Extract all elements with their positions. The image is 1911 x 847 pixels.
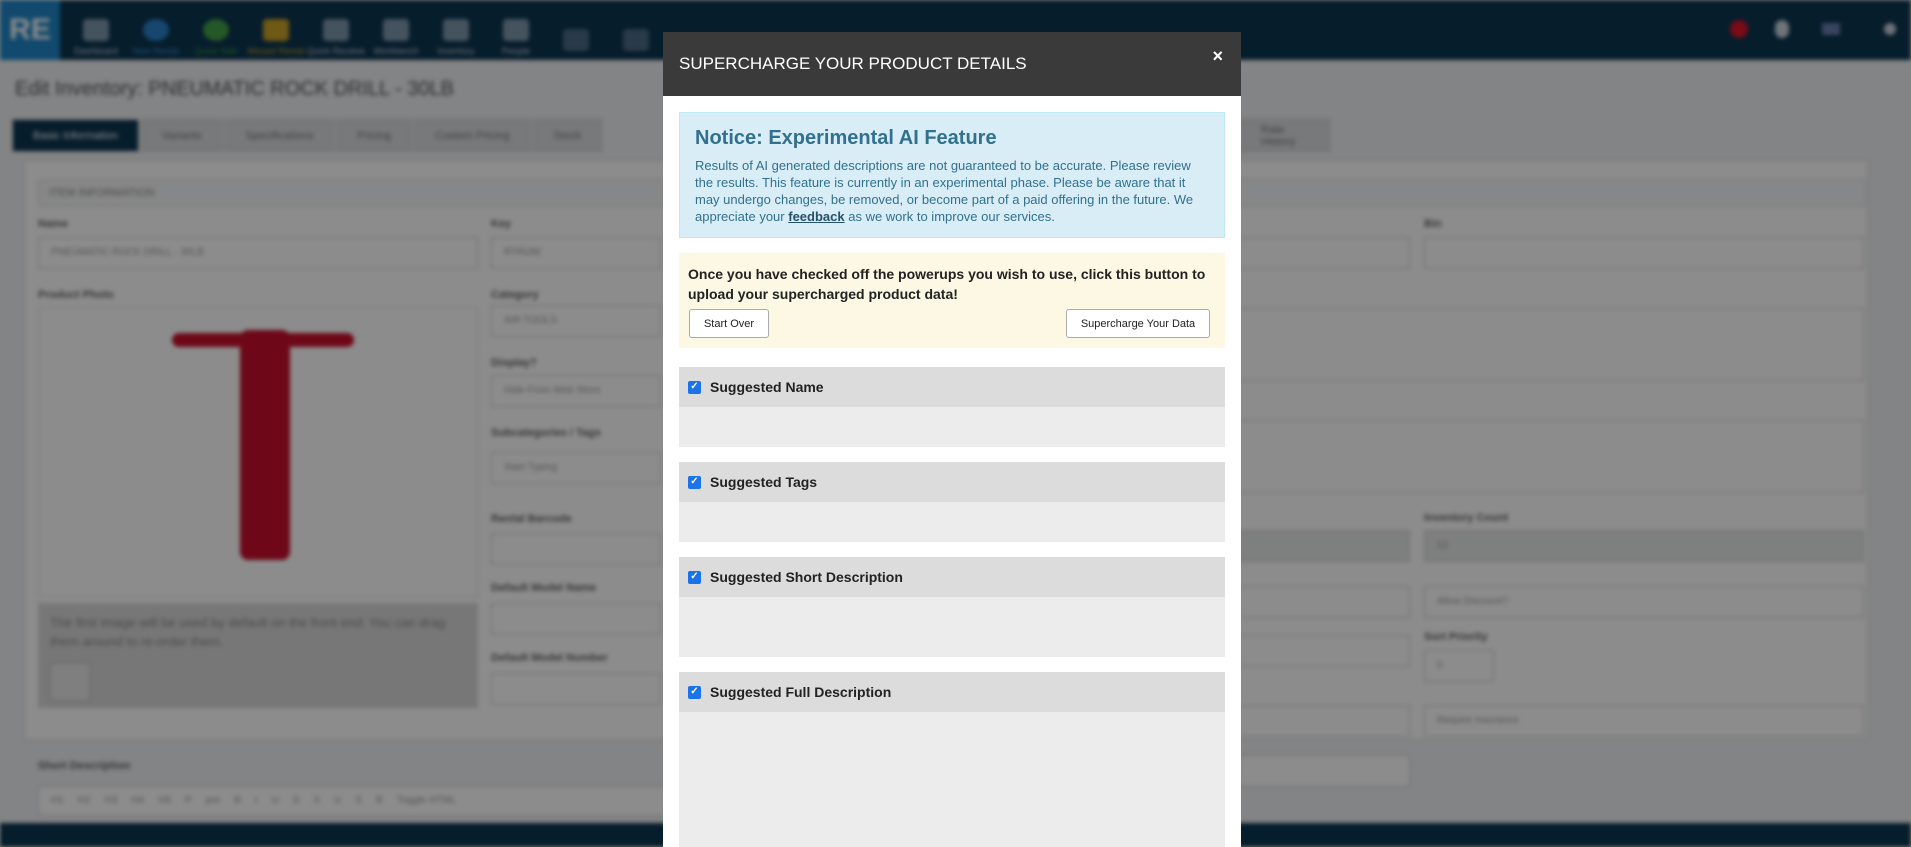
suggested-tags-section: ✓ Suggested Tags (679, 462, 1225, 542)
suggested-full-description-section: ✓ Suggested Full Description (679, 672, 1225, 847)
instruction-text: Once you have checked off the powerups y… (688, 266, 1206, 302)
feedback-link[interactable]: feedback (788, 209, 844, 224)
modal-title: SUPERCHARGE YOUR PRODUCT DETAILS (679, 54, 1027, 73)
notice-title: Notice: Experimental AI Feature (695, 127, 997, 149)
checkbox-checked-icon[interactable]: ✓ (688, 685, 701, 699)
section-label: Suggested Name (710, 379, 824, 395)
checkbox-checked-icon[interactable]: ✓ (688, 570, 701, 584)
notice-text-after: as we work to improve our services. (844, 209, 1055, 224)
supercharge-your-data-button[interactable]: Supercharge Your Data (1066, 309, 1210, 338)
modal-header: SUPERCHARGE YOUR PRODUCT DETAILS × (663, 32, 1241, 96)
supercharge-modal: SUPERCHARGE YOUR PRODUCT DETAILS × Notic… (663, 32, 1241, 847)
checkbox-checked-icon[interactable]: ✓ (688, 380, 701, 394)
section-label: Suggested Full Description (710, 684, 892, 700)
close-icon[interactable]: × (1212, 46, 1223, 67)
experimental-notice: Notice: Experimental AI Feature Results … (679, 112, 1225, 238)
section-header: ✓ Suggested Tags (679, 462, 1225, 502)
notice-text: Results of AI generated descriptions are… (695, 157, 1209, 225)
start-over-button[interactable]: Start Over (689, 309, 769, 338)
section-label: Suggested Tags (710, 474, 818, 490)
checkbox-checked-icon[interactable]: ✓ (688, 475, 701, 489)
section-header: ✓ Suggested Short Description (679, 557, 1225, 597)
section-header: ✓ Suggested Full Description (679, 672, 1225, 712)
section-label: Suggested Short Description (710, 569, 903, 585)
suggested-name-section: ✓ Suggested Name (679, 367, 1225, 447)
suggested-short-description-section: ✓ Suggested Short Description (679, 557, 1225, 657)
section-header: ✓ Suggested Name (679, 367, 1225, 407)
